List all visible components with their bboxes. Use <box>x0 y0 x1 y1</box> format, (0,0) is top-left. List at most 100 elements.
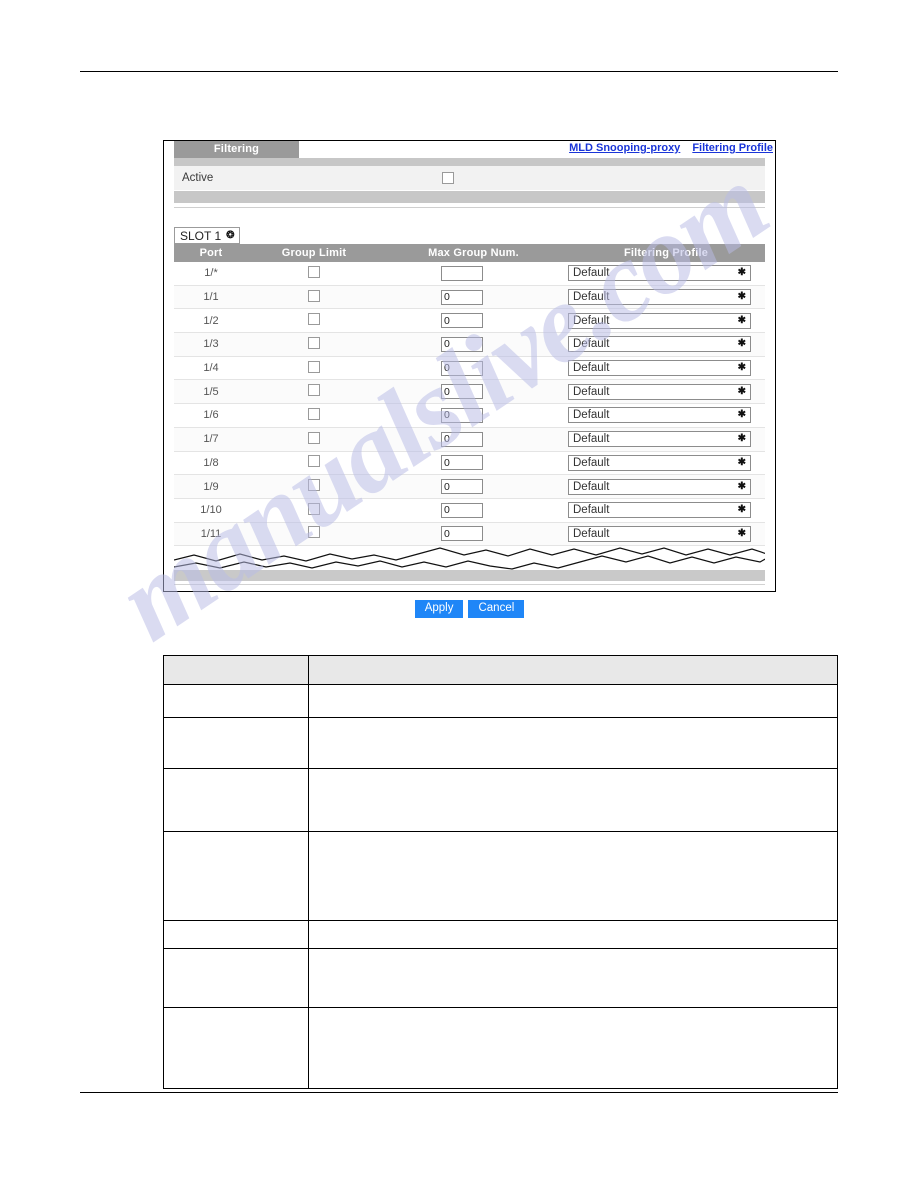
cell-group-limit <box>248 379 380 405</box>
filtering-profile-select[interactable]: Default ✱ <box>568 431 751 448</box>
apply-button[interactable]: Apply <box>414 600 464 619</box>
slot-select-wrapper: SLOT 1 ❂ <box>174 227 775 244</box>
cell-group-limit <box>248 427 380 452</box>
filtering-profile-value: Default <box>573 385 610 398</box>
doc-table-label-cell <box>163 831 309 921</box>
cell-group-limit <box>248 285 380 310</box>
description-table <box>163 655 839 1089</box>
page-header-rule <box>80 71 838 72</box>
chevron-down-icon: ✱ <box>737 385 746 397</box>
cell-group-limit <box>248 522 380 547</box>
max-group-num-input[interactable] <box>441 384 483 400</box>
cancel-button[interactable]: Cancel <box>468 600 525 619</box>
max-group-num-input[interactable] <box>441 265 483 281</box>
cell-group-limit <box>248 262 380 286</box>
doc-table-description-cell <box>307 831 839 921</box>
filtering-profile-select[interactable]: Default ✱ <box>568 502 751 519</box>
cell-max-group-num <box>380 356 567 381</box>
cell-port: 1/4 <box>174 356 248 381</box>
max-group-num-input[interactable] <box>441 502 483 518</box>
chevron-down-icon: ✱ <box>737 338 746 350</box>
action-button-row: Apply Cancel <box>164 600 775 619</box>
cell-max-group-num <box>380 474 567 499</box>
chevron-down-icon: ✱ <box>737 480 746 492</box>
filtering-profile-select[interactable]: Default ✱ <box>568 478 751 495</box>
filtering-profile-select[interactable]: Default ✱ <box>568 265 751 282</box>
doc-table-label-cell <box>163 717 309 769</box>
cell-max-group-num <box>380 522 567 547</box>
cell-port: 1/10 <box>174 498 248 523</box>
group-limit-checkbox[interactable] <box>308 289 320 302</box>
max-group-num-input[interactable] <box>441 431 483 447</box>
max-group-num-input[interactable] <box>441 336 483 352</box>
group-limit-checkbox[interactable] <box>308 407 320 420</box>
chevron-down-icon: ❂ <box>226 229 235 241</box>
table-row: 1/7 Default ✱ <box>174 427 765 452</box>
doc-table-header-cell <box>163 655 309 685</box>
torn-edge-graphic <box>174 547 765 570</box>
cell-port: 1/3 <box>174 332 248 357</box>
filtering-profile-select[interactable]: Default ✱ <box>568 289 751 306</box>
doc-table-label-cell <box>163 768 309 832</box>
doc-table-description-cell <box>307 768 839 832</box>
cell-filtering-profile: Default ✱ <box>567 262 765 286</box>
group-limit-checkbox[interactable] <box>308 265 320 278</box>
doc-table-row <box>163 717 839 769</box>
cell-port: 1/7 <box>174 427 248 452</box>
doc-table-description-cell <box>307 684 839 718</box>
max-group-num-input[interactable] <box>441 479 483 495</box>
table-row: 1/11 Default ✱ <box>174 522 765 547</box>
cell-max-group-num <box>380 285 567 310</box>
filtering-profile-select[interactable]: Default ✱ <box>568 383 751 400</box>
max-group-num-input[interactable] <box>441 360 483 376</box>
group-limit-checkbox[interactable] <box>308 479 320 492</box>
cell-filtering-profile: Default ✱ <box>567 498 765 523</box>
group-limit-checkbox[interactable] <box>308 313 320 326</box>
group-limit-checkbox[interactable] <box>308 455 320 468</box>
cell-port: 1/* <box>174 262 248 286</box>
group-limit-checkbox[interactable] <box>308 360 320 373</box>
link-filtering-profile[interactable]: Filtering Profile <box>692 142 773 154</box>
slot-select[interactable]: SLOT 1 ❂ <box>174 227 240 244</box>
link-mld-snooping-proxy[interactable]: MLD Snooping-proxy <box>569 142 680 154</box>
chevron-down-icon: ✱ <box>737 362 746 374</box>
tab-filtering[interactable]: Filtering <box>174 141 299 158</box>
cell-max-group-num <box>380 262 567 286</box>
band-above-active <box>174 158 765 166</box>
max-group-num-input[interactable] <box>441 407 483 423</box>
filtering-profile-select[interactable]: Default ✱ <box>568 525 751 542</box>
filtering-profile-value: Default <box>573 433 610 446</box>
band-below-active <box>174 191 765 203</box>
table-header-row: Port Group Limit Max Group Num. Filterin… <box>174 244 765 262</box>
cell-group-limit <box>248 332 380 357</box>
filtering-profile-select[interactable]: Default ✱ <box>568 360 751 377</box>
group-limit-checkbox[interactable] <box>308 526 320 539</box>
filtering-profile-select[interactable]: Default ✱ <box>568 454 751 471</box>
max-group-num-input[interactable] <box>441 313 483 329</box>
cell-filtering-profile: Default ✱ <box>567 308 765 334</box>
cell-filtering-profile: Default ✱ <box>567 285 765 310</box>
doc-table-label-cell <box>163 920 309 949</box>
filtering-profile-select[interactable]: Default ✱ <box>568 407 751 424</box>
group-limit-checkbox[interactable] <box>308 384 320 397</box>
group-limit-checkbox[interactable] <box>308 502 320 515</box>
cell-port: 1/6 <box>174 403 248 428</box>
filtering-profile-select[interactable]: Default ✱ <box>568 312 751 329</box>
active-checkbox[interactable] <box>442 172 454 184</box>
max-group-num-input[interactable] <box>441 526 483 542</box>
group-limit-checkbox[interactable] <box>308 336 320 349</box>
max-group-num-input[interactable] <box>441 289 483 305</box>
group-limit-checkbox[interactable] <box>308 431 320 444</box>
tab-strip: Filtering MLD Snooping-proxy Filtering P… <box>164 141 775 158</box>
doc-table-row <box>163 684 839 718</box>
switch-web-gui-screenshot: Filtering MLD Snooping-proxy Filtering P… <box>163 140 776 619</box>
max-group-num-input[interactable] <box>441 455 483 471</box>
chevron-down-icon: ✱ <box>737 314 746 326</box>
table-row: 1/8 Default ✱ <box>174 451 765 476</box>
cell-filtering-profile: Default ✱ <box>567 522 765 547</box>
header-group-limit: Group Limit <box>248 244 380 262</box>
filtering-profile-select[interactable]: Default ✱ <box>568 336 751 353</box>
filtering-profile-value: Default <box>573 267 610 280</box>
header-max-group-num: Max Group Num. <box>380 244 567 262</box>
chevron-down-icon: ✱ <box>737 527 746 539</box>
